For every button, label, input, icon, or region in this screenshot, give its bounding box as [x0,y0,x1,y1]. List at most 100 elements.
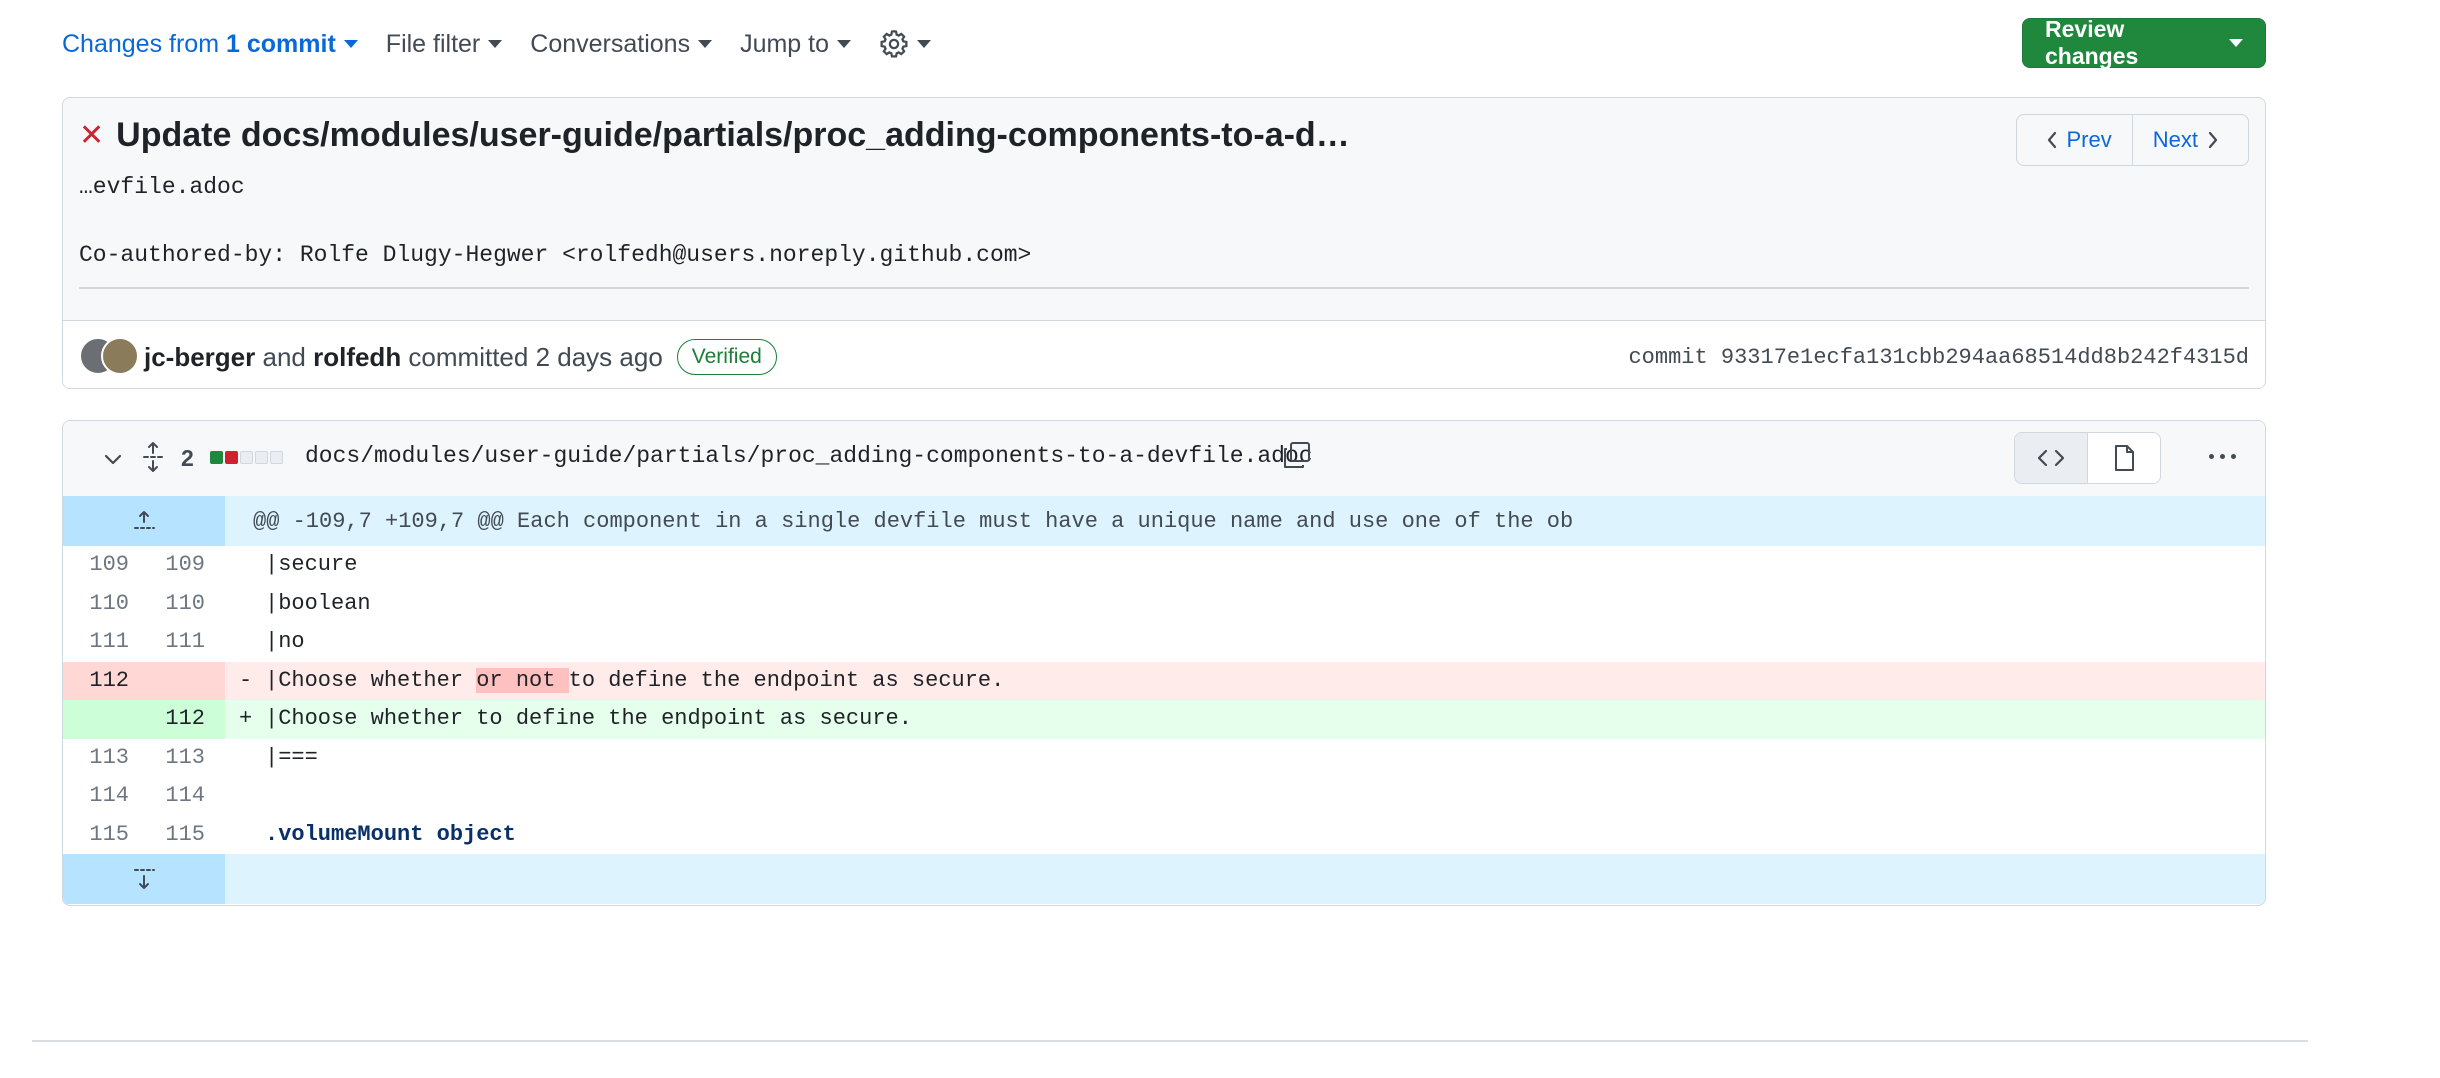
file-filter-dropdown[interactable]: File filter [385,29,503,59]
new-line-number[interactable]: 114 [139,777,225,816]
next-commit-button[interactable]: Next [2131,115,2248,165]
chevron-right-icon [2208,131,2218,149]
hunk-footer-fill [225,854,2265,904]
old-line-number[interactable] [63,700,139,739]
caret-down-icon [698,40,713,48]
next-label: Next [2152,127,2198,152]
gear-icon [880,30,908,58]
commit-summary-box: ✕ Update docs/modules/user-guide/partial… [62,97,2266,389]
committed-time: committed 2 days ago [401,341,663,372]
old-line-number[interactable]: 113 [63,739,139,778]
rich-diff-button[interactable] [2087,433,2160,483]
line-text: |boolean [265,590,371,616]
author-link[interactable]: rolfedh [313,342,401,373]
hunk-header-text: @@ -109,7 +109,7 @@ Each component in a … [225,496,2265,546]
caret-down-icon [917,40,932,48]
kebab-dot [2220,454,2225,459]
and-text: and [255,341,314,372]
line-text: |no [265,629,305,654]
file-filter-label: File filter [385,29,481,58]
old-line-number[interactable]: 109 [63,546,139,585]
hunk-header-row: @@ -109,7 +109,7 @@ Each component in a … [63,496,2265,546]
verified-badge[interactable]: Verified [676,339,777,375]
line-code: |secure [225,546,2265,585]
new-line-number[interactable] [139,661,225,700]
line-code: |=== [225,739,2265,778]
commit-title-row: ✕ Update docs/modules/user-guide/partial… [79,116,1350,155]
chevron-down-icon[interactable] [101,447,125,471]
divider [79,287,2249,289]
x-icon[interactable]: ✕ [79,118,104,153]
deleted-line: 112 - |Choose whether or not to define the… [63,661,2265,700]
commit-authors: jc-berger and rolfedh committed 2 days a… [144,339,777,375]
expand-down-button[interactable] [63,854,225,904]
old-line-number[interactable]: 115 [63,816,139,855]
commit-meta-row: jc-berger and rolfedh committed 2 days a… [63,320,2265,388]
diff-sign: + [239,706,253,731]
new-line-number[interactable]: 111 [139,623,225,662]
line-code: + |Choose whether to define the endpoint … [225,700,2265,739]
copy-icon[interactable] [1281,439,1313,471]
file-icon [2115,445,2134,471]
expand-all-icon[interactable] [141,441,165,473]
line-text: |Choose whether to define the endpoint a… [265,706,912,731]
line-code: - |Choose whether or not to define the en… [225,661,2265,700]
old-line-number[interactable]: 110 [63,585,139,624]
diffstat-neutral-block [270,451,283,464]
conversations-dropdown[interactable]: Conversations [530,29,713,59]
diffstat-added-block [210,451,223,464]
line-code: |boolean [225,585,2265,624]
divider [32,1040,2308,1042]
line-text: |Choose whether [265,667,477,693]
expand-up-button[interactable] [63,496,225,546]
line-code: |no [225,623,2265,662]
new-line-number[interactable]: 115 [139,816,225,855]
jump-to-label: Jump to [740,29,830,58]
context-line: 113 113 |=== [63,739,2265,778]
chevron-left-icon [2047,131,2056,149]
diff-sign: - [239,667,253,693]
context-line: 110 110 |boolean [63,585,2265,624]
review-changes-button[interactable]: Review changes [2022,16,2266,69]
fold-down-icon [134,869,155,889]
author-link[interactable]: jc-berger [144,342,255,373]
new-line-number[interactable]: 109 [139,546,225,585]
diffstat-bar [210,451,285,464]
context-line: 109 109 |secure [63,546,2265,585]
new-line-number[interactable]: 110 [139,585,225,624]
line-text: |secure [265,552,358,577]
diff-settings-button[interactable] [879,29,932,59]
prev-commit-button[interactable]: Prev [2017,115,2132,165]
changes-from-dropdown[interactable]: Changes from 1 commit [62,30,358,59]
review-changes-label: Review changes [2045,16,2139,69]
old-line-number[interactable]: 111 [63,623,139,662]
new-line-number[interactable]: 112 [139,700,225,739]
commit-sha: commit 93317e1ecfa131cbb294aa68514dd8b24… [1628,345,2249,370]
commit-description: …evfile.adoc Co-authored-by: Rolfe Dlugy… [79,174,1032,268]
changes-from-label: Changes from [62,29,220,58]
old-line-number[interactable]: 112 [63,661,139,700]
changed-lines-count: 2 [181,445,194,471]
view-toggle [2014,432,2161,484]
old-line-number[interactable]: 114 [63,777,139,816]
source-diff-button[interactable] [2015,433,2087,483]
commit-title[interactable]: Update docs/modules/user-guide/partials/… [116,116,1350,155]
diffstat-deleted-block [225,451,238,464]
line-text: .volumeMount object [265,821,516,847]
diff-lines: 109 109 |secure 110 110 |boolean 111 111 |no 112-… [63,546,2265,854]
context-line: 115 115 .volumeMount object [63,816,2265,855]
author-avatars[interactable] [79,337,139,375]
file-options-button[interactable] [2206,454,2239,459]
file-path[interactable]: docs/modules/user-guide/partials/proc_ad… [305,443,1313,469]
conversations-label: Conversations [530,29,691,58]
added-line: 112 + |Choose whether to define the endpoi… [63,700,2265,739]
jump-to-dropdown[interactable]: Jump to [740,29,852,59]
avatar[interactable] [101,337,139,375]
commit-count: 1 commit [226,29,336,58]
diffstat-neutral-block [240,451,253,464]
fold-up-icon [134,511,155,529]
commit-header: ✕ Update docs/modules/user-guide/partial… [63,98,2265,320]
deleted-word-highlight: or not [476,667,569,693]
new-line-number[interactable]: 113 [139,739,225,778]
diff-table: @@ -109,7 +109,7 @@ Each component in a … [63,496,2265,904]
